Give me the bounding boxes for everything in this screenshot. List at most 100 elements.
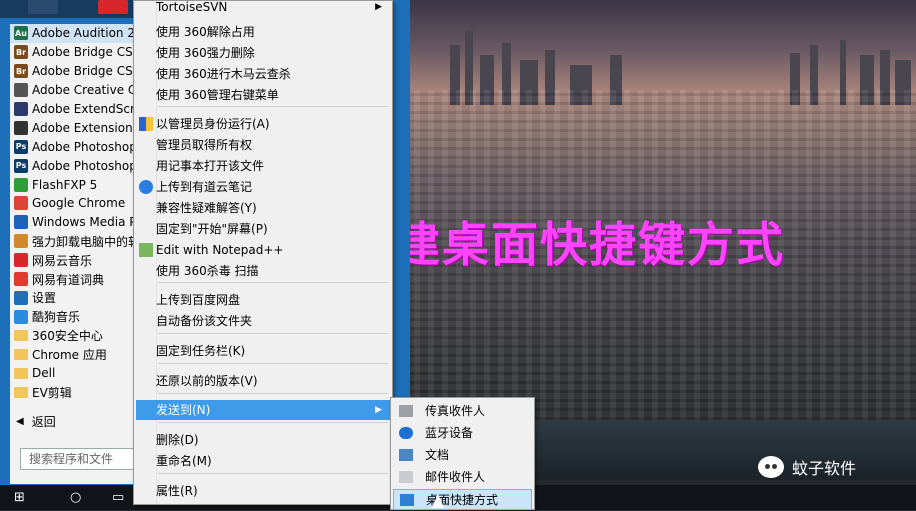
app-list-item[interactable]: Adobe Extension xyxy=(10,118,138,137)
search-icon[interactable]: ○ xyxy=(70,490,81,505)
context-menu-item[interactable]: 使用 360解除占用 xyxy=(136,22,390,42)
app-list-item[interactable]: Dell xyxy=(10,364,138,383)
context-menu-item[interactable]: 发送到(N) ▶ xyxy=(136,400,390,420)
context-menu-label: 用记事本打开该文件 xyxy=(156,159,265,173)
youdao-dict-icon xyxy=(14,272,28,287)
app-list-item[interactable]: Br Adobe Bridge CS xyxy=(10,62,138,81)
app-list-item[interactable]: EV剪辑 xyxy=(10,383,138,402)
uninstaller-icon xyxy=(14,234,28,249)
send-to-item[interactable]: 文档 xyxy=(393,445,532,466)
app-label: Dell xyxy=(32,366,56,381)
app-list-item[interactable]: Au Adobe Audition 2 xyxy=(10,24,138,43)
documents-icon xyxy=(399,449,413,461)
notepadpp-icon xyxy=(139,243,153,257)
flashfxp-icon xyxy=(14,177,28,192)
context-menu-item[interactable]: 属性(R) xyxy=(136,481,390,501)
bluetooth-icon xyxy=(399,427,413,439)
context-menu-label: 使用 360进行木马云查杀 xyxy=(156,67,291,81)
audition-icon: Au xyxy=(14,26,28,41)
app-list-item[interactable]: 网易有道词典 xyxy=(10,270,138,289)
photoshop-icon: Ps xyxy=(14,158,28,173)
context-menu-item[interactable]: 使用 360管理右键菜单 xyxy=(136,85,390,105)
bridge-icon: Br xyxy=(14,64,28,79)
context-menu-item[interactable]: 上传到百度网盘 xyxy=(136,290,390,310)
folder-icon xyxy=(14,330,28,342)
submenu-arrow-icon: ▶ xyxy=(375,405,382,415)
app-list-item[interactable]: Google Chrome xyxy=(10,194,138,213)
watermark-text: 蚊子软件 xyxy=(792,459,857,478)
back-arrow-icon: ◀ xyxy=(16,415,24,427)
context-menu-item[interactable]: 以管理员身份运行(A) xyxy=(136,114,390,134)
media-player-icon xyxy=(14,215,28,230)
send-to-label: 邮件收件人 xyxy=(425,470,486,484)
app-list-item[interactable]: Windows Media P xyxy=(10,213,138,232)
back-button[interactable]: ◀ 返回 xyxy=(10,408,138,434)
send-to-item[interactable]: 邮件收件人 xyxy=(393,467,532,488)
app-label: Adobe Bridge CS xyxy=(32,64,133,79)
app-list-item[interactable]: 360安全中心 xyxy=(10,326,138,345)
mail-icon xyxy=(399,471,413,483)
folder-icon xyxy=(14,386,28,398)
mouse-cursor-icon xyxy=(432,494,444,508)
context-menu-label: 发送到(N) xyxy=(156,403,211,417)
context-menu-label: TortoiseSVN xyxy=(156,0,228,14)
context-menu-label: 上传到有道云笔记 xyxy=(156,180,253,194)
context-menu-label: 使用 360杀毒 扫描 xyxy=(156,264,259,278)
app-list-item[interactable]: Ps Adobe Photoshop xyxy=(10,137,138,156)
context-menu-label: 管理员取得所有权 xyxy=(156,138,253,152)
context-menu-item[interactable]: 固定到"开始"屏幕(P) xyxy=(136,219,390,239)
app-list-item[interactable]: 酷狗音乐 xyxy=(10,307,138,326)
app-list-item[interactable]: Br Adobe Bridge CS xyxy=(10,43,138,62)
context-menu-item[interactable]: 上传到有道云笔记 xyxy=(136,177,390,197)
settings-gear-icon xyxy=(14,290,28,305)
task-view-icon[interactable]: ▭ xyxy=(112,490,124,505)
app-list-item[interactable]: 强力卸载电脑中的软 xyxy=(10,232,138,251)
netease-tile-icon[interactable] xyxy=(98,0,128,14)
app-list-item[interactable]: Chrome 应用 xyxy=(10,345,138,364)
app-list-item[interactable]: 设置 xyxy=(10,288,138,307)
context-menu-item[interactable]: 自动备份该文件夹 xyxy=(136,311,390,331)
send-to-item[interactable]: 传真收件人 xyxy=(393,401,532,422)
context-menu-item[interactable]: Edit with Notepad++ xyxy=(136,240,390,260)
context-menu-label: 固定到"开始"屏幕(P) xyxy=(156,222,268,236)
context-menu-item[interactable]: 删除(D) xyxy=(136,430,390,450)
context-menu-item[interactable]: 使用 360进行木马云查杀 xyxy=(136,64,390,84)
menu-separator xyxy=(158,333,388,334)
river-image xyxy=(520,420,916,480)
send-to-item[interactable]: 蓝牙设备 xyxy=(393,423,532,444)
folder-icon xyxy=(14,367,28,379)
context-menu-item[interactable]: 兼容性疑难解答(Y) xyxy=(136,198,390,218)
context-menu-label: 属性(R) xyxy=(156,484,198,498)
photoshop-icon: Ps xyxy=(14,139,28,154)
app-label: Google Chrome xyxy=(32,196,126,211)
context-menu-label: 还原以前的版本(V) xyxy=(156,374,258,388)
search-input[interactable]: 搜索程序和文件 xyxy=(20,448,138,470)
context-menu-item[interactable]: 使用 360杀毒 扫描 xyxy=(136,261,390,281)
app-list-item[interactable]: Ps Adobe Photoshop xyxy=(10,156,138,175)
context-menu-item[interactable]: 重命名(M) xyxy=(136,451,390,471)
context-menu-item[interactable]: 固定到任务栏(K) xyxy=(136,341,390,361)
context-menu-label: 以管理员身份运行(A) xyxy=(156,117,270,131)
code-tile-icon[interactable] xyxy=(28,0,58,14)
context-menu-item[interactable]: TortoiseSVN ▶ xyxy=(136,0,390,17)
app-label: Adobe Photoshop xyxy=(32,158,137,173)
app-label: 网易有道词典 xyxy=(32,272,105,287)
app-label: 强力卸载电脑中的软 xyxy=(32,234,138,249)
context-menu-item[interactable]: 用记事本打开该文件 xyxy=(136,156,390,176)
menu-separator xyxy=(158,473,388,474)
app-list-item[interactable]: FlashFXP 5 xyxy=(10,175,138,194)
context-menu-item[interactable]: 使用 360强力删除 xyxy=(136,43,390,63)
creative-cloud-icon xyxy=(14,83,28,98)
send-to-label: 传真收件人 xyxy=(425,404,486,418)
menu-separator xyxy=(158,363,388,364)
app-list-item[interactable]: Adobe Creative C xyxy=(10,81,138,100)
context-menu-item[interactable]: 还原以前的版本(V) xyxy=(136,371,390,391)
app-list-item[interactable]: 网易云音乐 xyxy=(10,251,138,270)
windows-start-icon[interactable]: ⊞ xyxy=(14,490,25,505)
app-list-item[interactable]: Adobe ExtendScr xyxy=(10,100,138,119)
app-label: 酷狗音乐 xyxy=(32,310,81,325)
context-menu-item[interactable]: 管理员取得所有权 xyxy=(136,135,390,155)
context-menu-label: 删除(D) xyxy=(156,433,199,447)
context-menu-label: 使用 360解除占用 xyxy=(156,25,255,39)
send-to-item[interactable]: 桌面快捷方式 xyxy=(393,489,532,510)
